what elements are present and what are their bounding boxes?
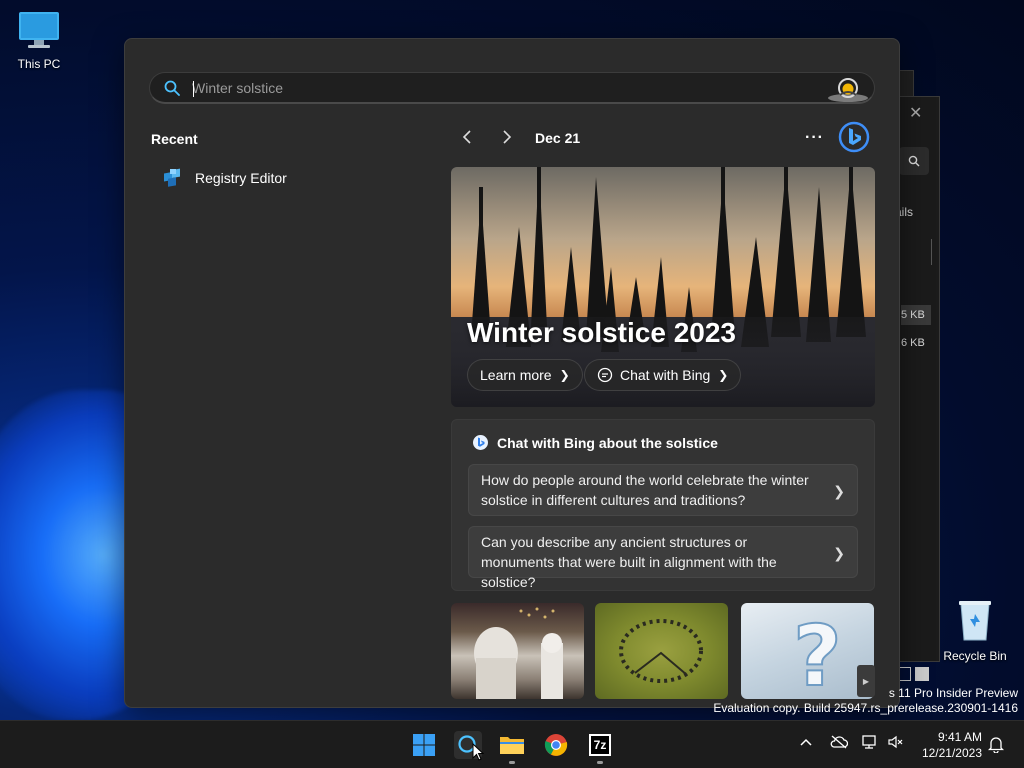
- chat-with-bing-button[interactable]: Chat with Bing ❯: [584, 359, 742, 391]
- recent-item-registry-editor[interactable]: Registry Editor: [161, 165, 287, 191]
- recent-heading: Recent: [151, 131, 198, 147]
- monitor-icon: [19, 12, 59, 48]
- watermark-line-1: s 11 Pro Insider Preview: [888, 686, 1018, 700]
- desktop-icon-label: Recycle Bin: [943, 649, 1007, 663]
- chat-suggestion[interactable]: Can you describe any ancient structures …: [468, 526, 858, 590]
- onedrive-button[interactable]: [830, 735, 849, 752]
- recycle-bin-icon: [959, 601, 991, 641]
- snow-question-mark-image: ?: [792, 606, 843, 699]
- watermark-line-2: Evaluation copy. Build 25947.rs_prerelea…: [713, 701, 1018, 715]
- stone-circle-image: [619, 619, 703, 683]
- desktop-icon-recycle-bin[interactable]: Recycle Bin: [940, 598, 1010, 663]
- thumbnail-stone-circle[interactable]: [595, 603, 728, 699]
- folder-icon: [500, 737, 524, 754]
- bg-size-1: 5 KB: [901, 305, 931, 325]
- start-button[interactable]: [410, 731, 438, 759]
- 7zip-button[interactable]: 7z: [586, 731, 614, 759]
- recent-item-label: Registry Editor: [195, 170, 287, 186]
- more-options-button[interactable]: ···: [805, 129, 824, 147]
- chrome-button[interactable]: [542, 731, 570, 759]
- bing-logo-icon[interactable]: [838, 121, 870, 153]
- bg-divider: [931, 239, 932, 265]
- mouse-cursor: [472, 743, 484, 761]
- chat-with-bing-label: Chat with Bing: [620, 367, 711, 383]
- file-explorer-button[interactable]: [498, 731, 526, 759]
- chat-suggestion-text: How do people around the world celebrate…: [481, 472, 809, 508]
- chrome-icon: [544, 734, 568, 756]
- bg-search-box[interactable]: [899, 147, 929, 175]
- chevron-right-icon: ❯: [718, 368, 729, 382]
- carousel-next-button[interactable]: ▶: [857, 665, 875, 697]
- 7zip-icon: 7z: [589, 734, 611, 756]
- chevron-right-icon: ❯: [559, 368, 570, 382]
- clock-time: 9:41 AM: [937, 730, 982, 744]
- chevron-left-icon: [462, 130, 471, 144]
- chevron-right-icon: ❯: [833, 545, 845, 561]
- learn-more-label: Learn more: [480, 367, 552, 383]
- chat-card-title: Chat with Bing about the solstice: [497, 434, 718, 451]
- ice-sculpture-image: [474, 607, 563, 699]
- network-icon: [862, 735, 876, 749]
- windows-start-icon: [413, 734, 435, 756]
- taskbar: 7z 9:41 AM 12/21/2023: [0, 720, 1024, 768]
- bg-size-2: 6 KB: [901, 337, 925, 349]
- search-icon: [164, 80, 180, 96]
- hero-title: Winter solstice 2023: [467, 317, 736, 348]
- clock-date: 12/21/2023: [921, 746, 982, 760]
- registry-editor-icon: [164, 168, 180, 187]
- solstice-doodle-icon[interactable]: [826, 75, 870, 103]
- highlight-date: Dec 21: [535, 130, 581, 146]
- network-button[interactable]: [862, 735, 878, 752]
- clock[interactable]: 9:41 AM 12/21/2023: [922, 729, 982, 761]
- cloud-offline-icon: [830, 735, 849, 749]
- hero-card[interactable]: Winter solstice 2023 Learn more ❯ Chat w…: [451, 167, 875, 407]
- chat-suggestion-text: Can you describe any ancient structures …: [481, 534, 777, 590]
- bing-icon: [473, 435, 488, 450]
- desktop-icon-label: This PC: [17, 57, 61, 71]
- next-button[interactable]: [495, 125, 519, 149]
- chevron-right-icon: ❯: [833, 483, 845, 499]
- chevron-right-icon: [503, 130, 512, 144]
- thumbnail-snow-question[interactable]: ?: [741, 603, 874, 699]
- volume-muted-icon: [888, 735, 903, 749]
- desktop-icon-this-pc[interactable]: This PC: [4, 10, 74, 71]
- running-indicator: [597, 761, 603, 764]
- notifications-button[interactable]: [987, 735, 1005, 756]
- chat-suggestions-card: Chat with Bing about the solstice How do…: [451, 419, 875, 591]
- previous-button[interactable]: [455, 125, 479, 149]
- search-panel: Recent Registry Editor Dec 21 ···: [124, 38, 900, 708]
- bell-icon: [987, 737, 1005, 754]
- thumbnail-ice-sculptures[interactable]: [451, 603, 584, 699]
- close-icon[interactable]: ✕: [909, 103, 922, 123]
- text-caret: [193, 81, 194, 97]
- search-box[interactable]: [149, 72, 875, 104]
- search-input[interactable]: [192, 79, 792, 96]
- chat-bubble-icon: [597, 367, 613, 383]
- chat-suggestion[interactable]: How do people around the world celebrate…: [468, 464, 858, 516]
- chat-card-header: Chat with Bing about the solstice: [472, 434, 718, 451]
- show-hidden-icons-button[interactable]: [800, 735, 812, 750]
- volume-button[interactable]: [888, 735, 904, 752]
- chevron-up-icon: [800, 738, 812, 746]
- learn-more-button[interactable]: Learn more ❯: [467, 359, 583, 391]
- svg-text:?: ?: [793, 607, 842, 699]
- running-indicator: [509, 761, 515, 764]
- search-icon: [908, 155, 920, 167]
- bg-view-icons[interactable]: [897, 667, 929, 681]
